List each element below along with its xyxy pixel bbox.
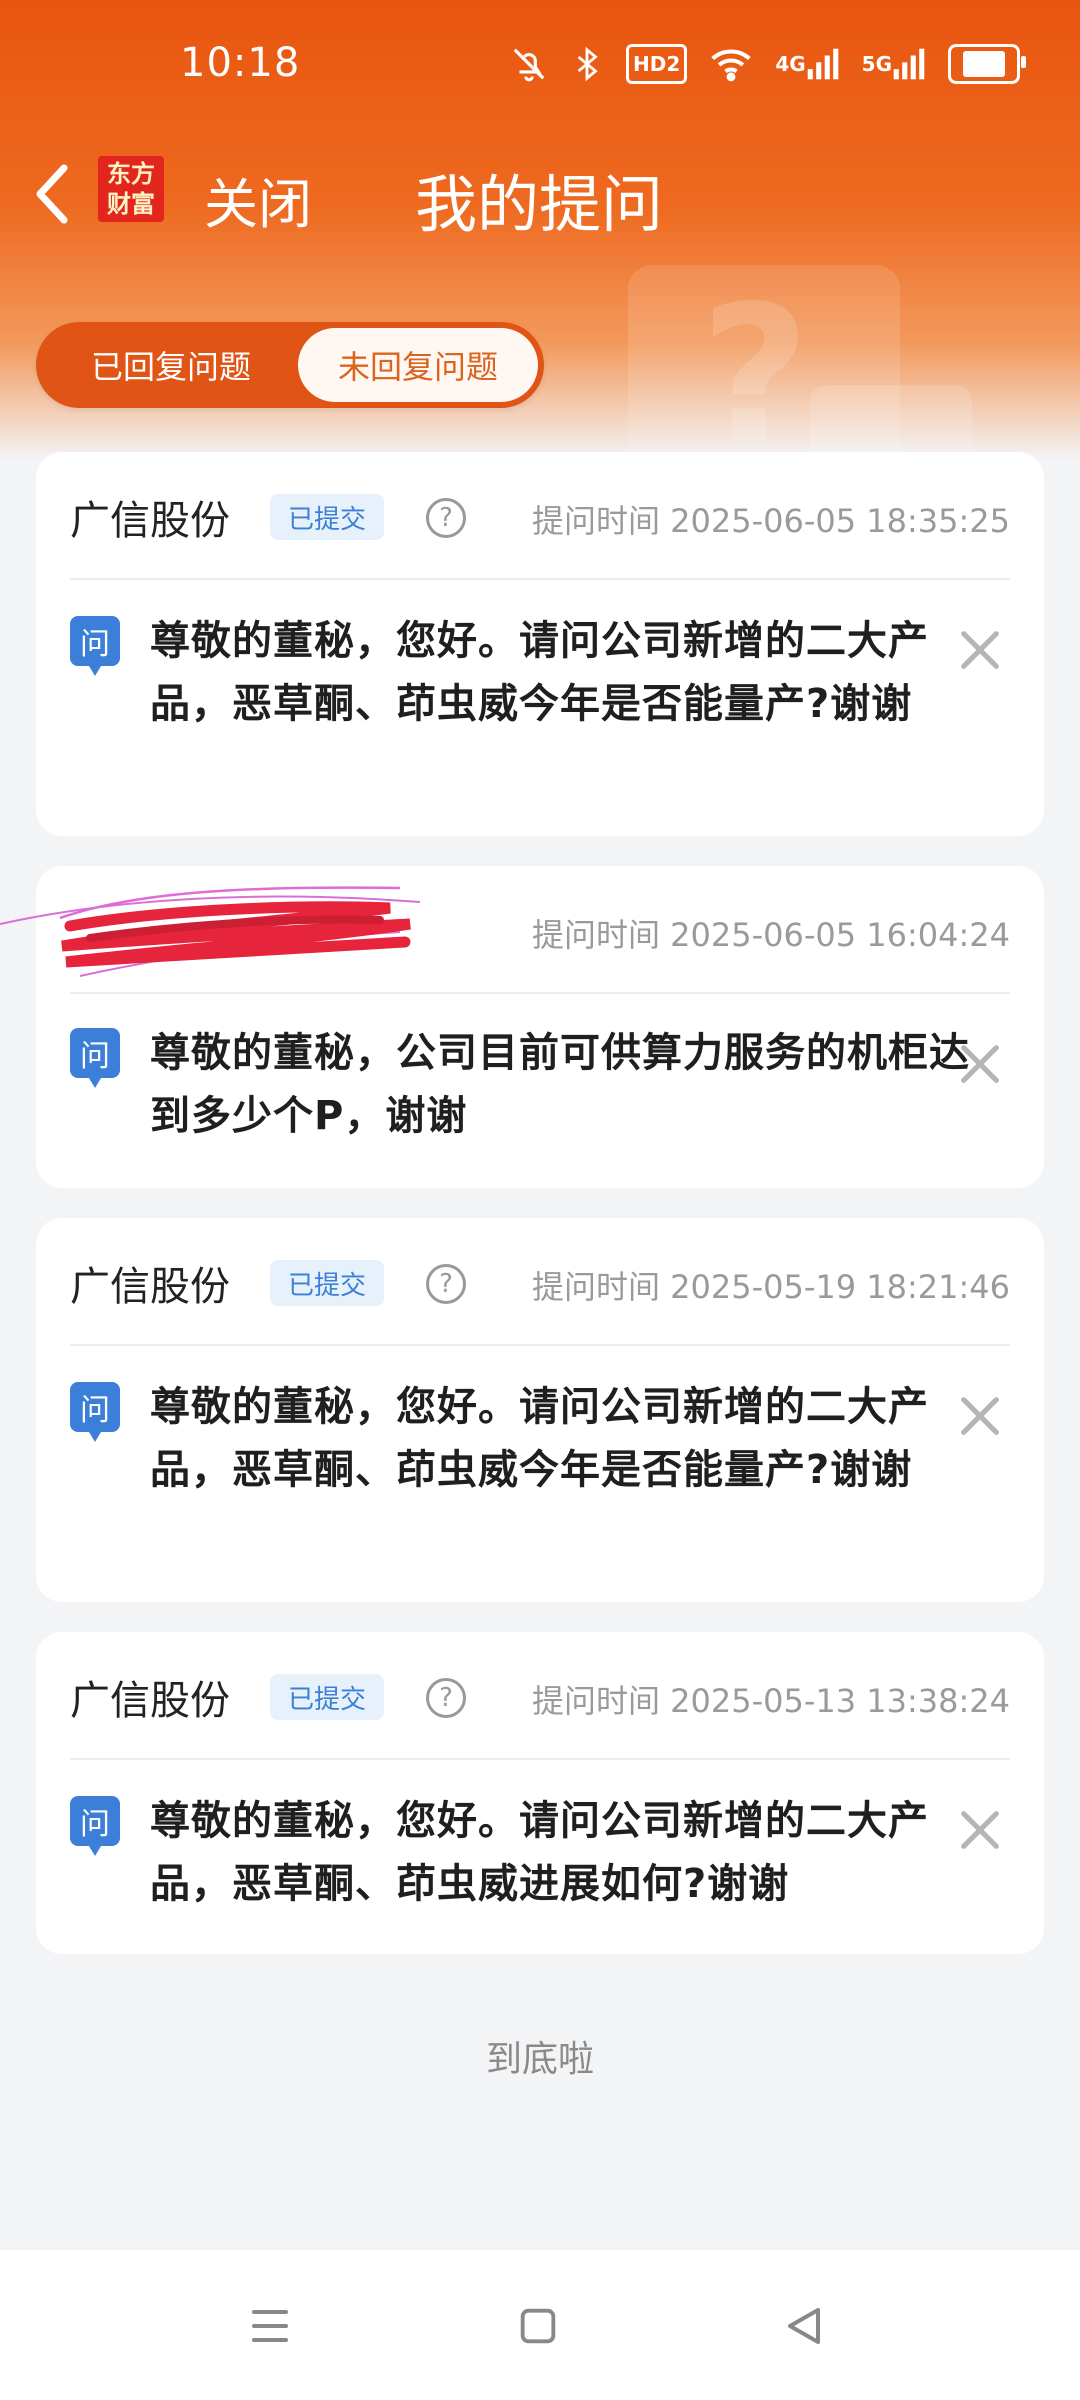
home-button[interactable] (506, 2294, 570, 2358)
status-bar: 10:18 HD2 4G 5G (0, 0, 1080, 136)
delete-button[interactable] (952, 622, 1008, 678)
card-header: 广信股份 已提交 ? 提问时间 2025-06-05 18:35:25 (70, 488, 1010, 548)
ask-time: 提问时间 2025-05-19 18:21:46 (531, 1268, 1010, 1306)
wifi-icon (709, 44, 753, 84)
logo-line-1: 东方 (107, 160, 155, 188)
status-icons: HD2 4G 5G (510, 44, 1026, 84)
close-icon (961, 1811, 999, 1849)
battery-icon (948, 44, 1026, 84)
ask-time: 提问时间 2025-05-13 13:38:24 (531, 1682, 1010, 1720)
tab-switch: 已回复问题 未回复问题 (36, 322, 544, 408)
bluetooth-icon (570, 44, 604, 84)
company-name[interactable]: 广信股份 (70, 1254, 230, 1312)
redaction-scribble (0, 886, 421, 977)
system-nav-bar (0, 2250, 1080, 2400)
close-icon (961, 1045, 999, 1083)
nav-bar: 东方 财富 关闭 我的提问 (0, 140, 1080, 250)
question-icon: 问 (70, 1796, 120, 1856)
end-of-list-text: 到底啦 (485, 2039, 594, 2080)
net-5g-label: 5G (861, 52, 892, 76)
back-nav-button[interactable] (772, 2294, 836, 2358)
help-icon[interactable]: ? (426, 498, 466, 538)
question-text: 尊敬的董秘，公司目前可供算力服务的机柜达到多少个P，谢谢 (150, 1030, 970, 1139)
signal-4g-icon: 4G (775, 44, 839, 84)
card-header: 广信股份 已提交 ? 提问时间 2025-05-19 18:21:46 (70, 1254, 1010, 1314)
close-icon (961, 631, 999, 669)
tab-unreplied[interactable]: 未回复问题 (298, 328, 538, 402)
battery-fill (963, 51, 1005, 77)
back-button[interactable] (22, 154, 82, 234)
menu-button[interactable] (238, 2294, 302, 2358)
tab-replied[interactable]: 已回复问题 (44, 328, 298, 402)
home-icon (520, 2308, 556, 2344)
question-card[interactable]: 广信股份 已提交 ? 提问时间 2025-05-19 18:21:46 问 尊敬… (36, 1218, 1044, 1602)
chevron-left-icon (36, 164, 68, 224)
close-button[interactable]: 关闭 (204, 160, 312, 239)
card-header: 广信股份 已提交 ? 提问时间 2025-05-13 13:38:24 (70, 1668, 1010, 1728)
help-icon[interactable]: ? (426, 1264, 466, 1304)
company-name[interactable]: 广信股份 (70, 1668, 230, 1726)
question-text: 尊敬的董秘，您好。请问公司新增的二大产品，恶草酮、茚虫威今年是否能量产?谢谢 (150, 1384, 929, 1493)
question-icon: 问 (70, 1028, 120, 1088)
divider (70, 1758, 1010, 1760)
menu-icon (252, 2310, 288, 2342)
ask-time: 提问时间 2025-06-05 16:04:24 (531, 916, 1010, 954)
status-badge: 已提交 (270, 1674, 384, 1720)
delete-button[interactable] (952, 1802, 1008, 1858)
status-badge: 已提交 (270, 1260, 384, 1306)
net-4g-label: 4G (775, 52, 806, 76)
divider (70, 578, 1010, 580)
divider (70, 1344, 1010, 1346)
logo-line-2: 财富 (107, 190, 155, 218)
status-badge: 已提交 (270, 494, 384, 540)
status-time: 10:18 (180, 40, 301, 86)
question-text: 尊敬的董秘，您好。请问公司新增的二大产品，恶草酮、茚虫威今年是否能量产?谢谢 (150, 618, 929, 727)
question-card[interactable]: 广信股份 已提交 ? 提问时间 2025-06-05 18:35:25 问 尊敬… (36, 452, 1044, 836)
question-card[interactable]: 广信股份 已提交 ? 提问时间 2025-05-13 13:38:24 问 尊敬… (36, 1632, 1044, 1954)
help-icon[interactable]: ? (426, 1678, 466, 1718)
divider (70, 992, 1010, 994)
question-icon: 问 (70, 1382, 120, 1442)
page-title: 我的提问 (415, 168, 664, 241)
delete-button[interactable] (952, 1388, 1008, 1444)
delete-button[interactable] (952, 1036, 1008, 1092)
question-text: 尊敬的董秘，您好。请问公司新增的二大产品，恶草酮、茚虫威进展如何?谢谢 (150, 1798, 929, 1907)
app-logo: 东方 财富 (98, 156, 164, 222)
back-triangle-icon (788, 2308, 820, 2344)
question-icon: 问 (70, 616, 120, 676)
hd-icon: HD2 (626, 44, 688, 84)
ask-time: 提问时间 2025-06-05 18:35:25 (531, 502, 1010, 540)
close-icon (961, 1397, 999, 1435)
signal-5g-icon: 5G (862, 44, 926, 84)
mute-icon (510, 44, 548, 84)
company-name[interactable]: 广信股份 (70, 488, 230, 546)
